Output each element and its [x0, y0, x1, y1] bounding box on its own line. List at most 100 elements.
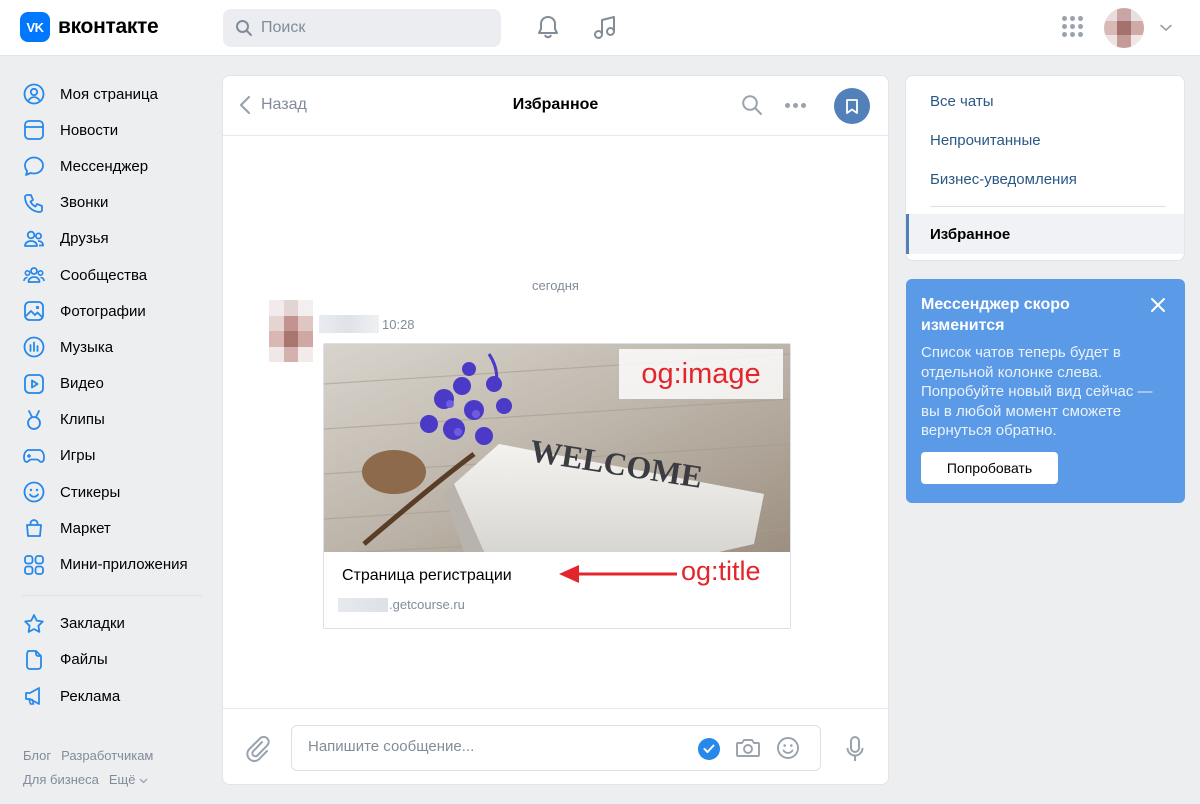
bookmark-icon — [846, 98, 858, 114]
sidebar-item-label: Сообщества — [60, 266, 148, 284]
sidebar-item-my-page[interactable]: Моя страница — [22, 76, 204, 112]
attach-icon[interactable] — [245, 735, 271, 763]
sender-name-blurred[interactable] — [319, 315, 379, 333]
filter-business[interactable]: Бизнес-уведомления — [906, 160, 1184, 198]
sidebar-item-label: Реклама — [60, 687, 121, 705]
link-preview-domain-text: .getcourse.ru — [389, 597, 465, 612]
communities-icon — [23, 267, 45, 283]
sidebar-item-label: Игры — [60, 447, 96, 465]
music-note-icon[interactable] — [591, 14, 619, 42]
sidebar-item-messenger[interactable]: Мессенджер — [22, 148, 204, 184]
sidebar-item-news[interactable]: Новости — [22, 112, 204, 148]
sidebar-item-photos[interactable]: Фотографии — [22, 293, 204, 329]
chat-header: Назад Избранное — [223, 76, 888, 136]
spellcheck-badge[interactable] — [698, 738, 720, 760]
sidebar-item-label: Звонки — [60, 194, 109, 212]
gamepad-icon — [23, 449, 45, 463]
footer-link-more[interactable]: Ещё — [109, 772, 148, 787]
sidebar-item-market[interactable]: Маркет — [22, 510, 204, 546]
sidebar-item-label: Стикеры — [60, 483, 121, 501]
sidebar-divider — [22, 594, 202, 596]
bookmark-button[interactable] — [834, 88, 870, 124]
clips-icon — [27, 409, 41, 430]
sidebar-item-label: Закладки — [60, 615, 125, 633]
footer-link-business[interactable]: Для бизнеса — [23, 772, 99, 787]
megaphone-icon — [25, 687, 40, 705]
message-composer — [223, 708, 888, 784]
video-icon — [24, 373, 44, 394]
sidebar-item-mini-apps[interactable]: Мини-приложения — [22, 546, 204, 582]
message-input[interactable] — [308, 738, 668, 755]
camera-icon[interactable] — [735, 737, 761, 759]
market-bag-icon — [26, 519, 42, 538]
check-icon — [703, 744, 715, 753]
bell-icon[interactable] — [535, 14, 561, 40]
annotation-arrow-icon — [559, 565, 677, 583]
sidebar-item-label: Новости — [60, 121, 119, 139]
search-box[interactable] — [223, 9, 501, 47]
message-input-box[interactable] — [291, 725, 821, 771]
news-icon — [24, 120, 44, 141]
link-preview-title[interactable]: Страница регистрации — [342, 567, 512, 585]
left-sidebar: Моя страница Новости Мессенджер Звонки Д… — [22, 76, 204, 714]
close-icon[interactable] — [1150, 297, 1166, 313]
vk-logo[interactable]: VK вконтакте — [20, 12, 159, 42]
sidebar-item-ads[interactable]: Реклама — [22, 678, 204, 714]
filter-unread[interactable]: Непрочитанные — [906, 121, 1184, 159]
promo-text: Список чатов теперь будет в отдельной ко… — [921, 344, 1153, 439]
vk-logo-mark: VK — [20, 12, 50, 42]
sidebar-item-communities[interactable]: Сообщества — [22, 257, 204, 293]
back-label: Назад — [261, 96, 307, 113]
og-image-annotation: og:image — [619, 349, 783, 399]
sidebar-item-stickers[interactable]: Стикеры — [22, 474, 204, 510]
apps-grid-icon[interactable] — [1062, 16, 1084, 38]
date-divider: сегодня — [532, 278, 579, 293]
menu-divider — [930, 206, 1166, 207]
more-icon[interactable] — [785, 103, 806, 108]
chevron-left-icon — [239, 95, 251, 115]
avatar[interactable] — [1104, 8, 1144, 48]
vk-logo-text: вконтакте — [58, 15, 159, 38]
sidebar-item-label: Мессенджер — [60, 157, 149, 175]
chevron-down-icon[interactable] — [1160, 24, 1172, 32]
sidebar-item-label: Музыка — [60, 338, 114, 356]
search-input[interactable] — [261, 19, 481, 37]
star-icon — [24, 613, 44, 633]
sidebar-item-label: Маркет — [60, 519, 111, 537]
friends-icon — [24, 230, 44, 247]
top-bar: VK вконтакте — [0, 0, 1200, 56]
user-circle-icon — [23, 83, 45, 105]
footer-link-blog[interactable]: Блог — [23, 748, 51, 763]
sidebar-item-label: Мини-приложения — [60, 556, 188, 574]
try-button[interactable]: Попробовать — [921, 452, 1058, 484]
chevron-down-icon — [139, 778, 148, 784]
search-icon — [236, 20, 252, 36]
sidebar-item-clips[interactable]: Клипы — [22, 402, 204, 438]
sidebar-item-files[interactable]: Файлы — [22, 642, 204, 678]
file-icon — [26, 650, 42, 670]
sidebar-item-label: Файлы — [60, 651, 108, 669]
message-time: 10:28 — [382, 317, 415, 332]
filter-all-chats[interactable]: Все чаты — [906, 82, 1184, 120]
sidebar-item-friends[interactable]: Друзья — [22, 221, 204, 257]
sidebar-item-video[interactable]: Видео — [22, 366, 204, 402]
emoji-icon[interactable] — [776, 736, 800, 760]
search-icon[interactable] — [741, 94, 763, 116]
blurred-subdomain — [338, 597, 388, 612]
mini-apps-icon — [24, 554, 44, 575]
filter-favorites[interactable]: Избранное — [906, 214, 1184, 254]
sidebar-item-calls[interactable]: Звонки — [22, 185, 204, 221]
sidebar-item-music[interactable]: Музыка — [22, 329, 204, 365]
microphone-icon[interactable] — [845, 735, 865, 763]
chat-bubble-icon — [24, 157, 44, 177]
link-preview-domain: .getcourse.ru — [338, 597, 465, 612]
footer-link-developers[interactable]: Разработчикам — [61, 748, 153, 763]
sender-avatar[interactable] — [269, 300, 313, 362]
sidebar-item-games[interactable]: Игры — [22, 438, 204, 474]
back-button[interactable]: Назад — [239, 95, 307, 115]
messenger-promo-card: Мессенджер скоро изменится Список чатов … — [906, 279, 1185, 503]
promo-title: Мессенджер скоро изменится — [921, 296, 1070, 334]
sidebar-item-label: Клипы — [60, 411, 105, 429]
sidebar-item-bookmarks[interactable]: Закладки — [22, 606, 204, 642]
sidebar-footer-links: Блог Разработчикам Для бизнеса Ещё — [23, 744, 213, 792]
